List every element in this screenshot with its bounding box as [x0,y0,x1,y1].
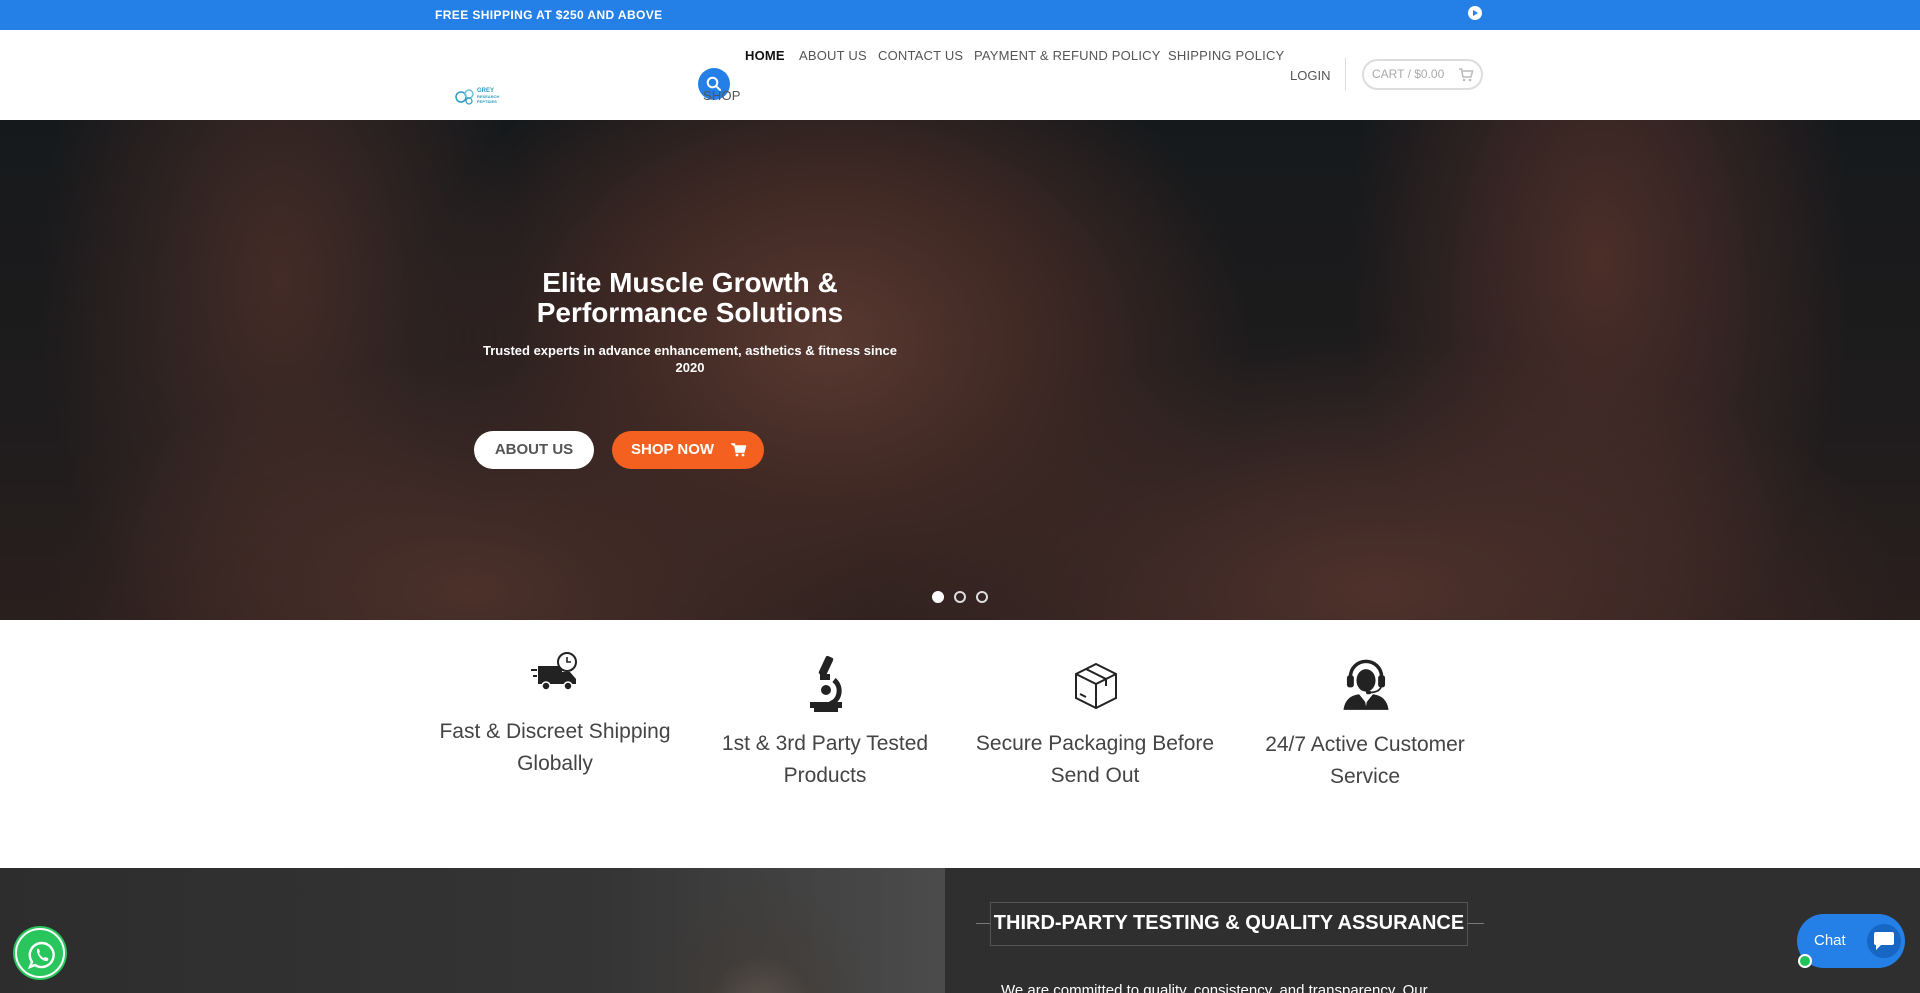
nav-payment-refund-policy[interactable]: PAYMENT & REFUND POLICY [974,48,1161,63]
announcement-text: FREE SHIPPING AT $250 AND ABOVE [435,8,663,22]
chat-widget-button[interactable]: Chat [1797,914,1905,968]
nav-about-us[interactable]: ABOUT US [799,48,867,63]
nav-shipping-policy[interactable]: SHIPPING POLICY [1168,48,1284,63]
logo-text-line: PEPTIDES [477,99,497,104]
cart-icon [731,443,747,457]
header-divider [1345,58,1346,90]
nav-shop[interactable]: SHOP [703,88,741,103]
slide-dot-3[interactable] [976,591,988,603]
quality-section-image [0,868,945,993]
heading-divider-right [1468,923,1484,924]
about-us-button[interactable]: ABOUT US [474,431,594,469]
cart-icon [1459,68,1474,82]
top-announcement-bar: FREE SHIPPING AT $250 AND ABOVE [0,0,1920,30]
logo-text: GREY RESEARCH PEPTIDES [477,88,499,104]
feature-label: 1st & 3rd Party Tested Products [721,732,929,787]
chat-label: Chat [1814,932,1846,949]
feature-label: Fast & Discreet Shipping Globally [439,720,671,775]
image-highlight-panel [600,868,945,993]
close-icon[interactable] [1468,6,1482,20]
whatsapp-button[interactable] [15,928,65,978]
shop-now-label: SHOP NOW [631,441,715,458]
heading-divider-left [976,923,990,924]
login-link[interactable]: LOGIN [1290,68,1330,83]
cart-label: CART / $0.00 [1372,67,1445,81]
nav-home[interactable]: HOME [745,48,785,63]
hero-subtitle: Trusted experts in advance enhancement, … [483,343,897,375]
microscope-icon [810,655,842,712]
quality-paragraph: We are committed to quality, consistency… [1001,982,1428,993]
delivery-truck-icon [531,652,577,691]
logo-molecule-icon [455,89,474,105]
nav-contact-us[interactable]: CONTACT US [878,48,963,63]
shop-now-button[interactable]: SHOP NOW [612,431,764,469]
slide-dot-2[interactable] [954,591,966,603]
slide-dot-1[interactable] [932,591,944,603]
feature-label: Secure Packaging Before Send Out [975,732,1215,787]
feature-label: 24/7 Active Customer Service [1265,733,1465,788]
online-status-indicator [1798,954,1812,968]
package-box-icon [1075,662,1117,710]
cart-button[interactable]: CART / $0.00 [1362,59,1483,90]
hero-image-overlay [0,120,1920,620]
chat-bubble-icon [1867,924,1901,958]
quality-heading: THIRD-PARTY TESTING & QUALITY ASSURANCE [993,912,1465,934]
quality-section: THIRD-PARTY TESTING & QUALITY ASSURANCE … [0,868,1920,993]
site-header: GREY RESEARCH PEPTIDES HOME ABOUT US CON… [0,30,1920,138]
headset-support-icon [1343,659,1389,710]
whatsapp-icon [27,941,55,970]
hero-title: Elite Muscle Growth & Performance Soluti… [536,267,844,328]
hero-slider[interactable]: Elite Muscle Growth & Performance Soluti… [0,120,1920,620]
